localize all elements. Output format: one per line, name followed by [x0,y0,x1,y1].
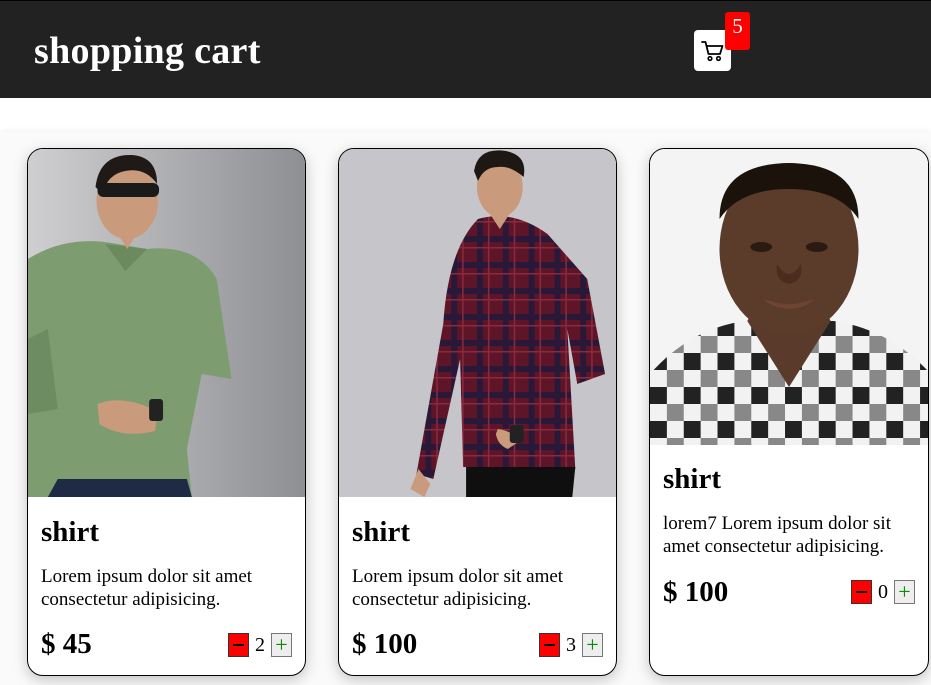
man-green-shirt-photo [28,149,305,497]
plus-icon: + [586,632,599,657]
increment-button[interactable]: + [271,633,292,657]
decrement-button[interactable] [228,633,249,657]
quantity-value: 2 [255,634,265,656]
product-price: $ 45 [41,628,92,660]
minus-icon [544,644,555,646]
plus-icon: + [275,632,288,657]
product-title: shirt [41,516,99,548]
minus-icon [856,591,867,593]
product-card: shirt Lorem ipsum dolor sit amet consect… [27,148,306,676]
quantity-value: 0 [878,581,888,603]
man-plaid-shirt-photo [339,149,616,497]
decrement-button[interactable] [539,633,560,657]
product-card: shirt Lorem ipsum dolor sit amet consect… [338,148,617,676]
quantity-stepper: 0 + [851,580,915,604]
product-title: shirt [352,516,410,548]
product-card: shirt lorem7 Lorem ipsum dolor sit amet … [649,148,929,676]
product-image [339,149,616,497]
page-title: shopping cart [34,30,261,72]
shopping-cart-icon [700,40,723,61]
app-header: shopping cart 5 [0,0,931,98]
product-title: shirt [663,463,721,495]
man-checkered-shirt-portrait [650,149,928,445]
quantity-value: 3 [566,634,576,656]
minus-icon [233,644,244,646]
increment-button[interactable]: + [894,580,915,604]
plus-icon: + [898,579,911,604]
product-description: lorem7 Lorem ipsum dolor sit amet consec… [663,513,891,557]
product-description: Lorem ipsum dolor sit amet consectetur a… [41,566,253,610]
product-image [28,149,305,497]
decrement-button[interactable] [851,580,872,604]
increment-button[interactable]: + [582,633,603,657]
product-image [650,149,928,445]
cart-count-badge: 5 [725,12,750,50]
quantity-stepper: 2 + [228,633,292,657]
product-price: $ 100 [352,628,418,660]
product-price: $ 100 [663,576,729,608]
quantity-stepper: 3 + [539,633,603,657]
product-description: Lorem ipsum dolor sit amet consectetur a… [352,566,564,610]
